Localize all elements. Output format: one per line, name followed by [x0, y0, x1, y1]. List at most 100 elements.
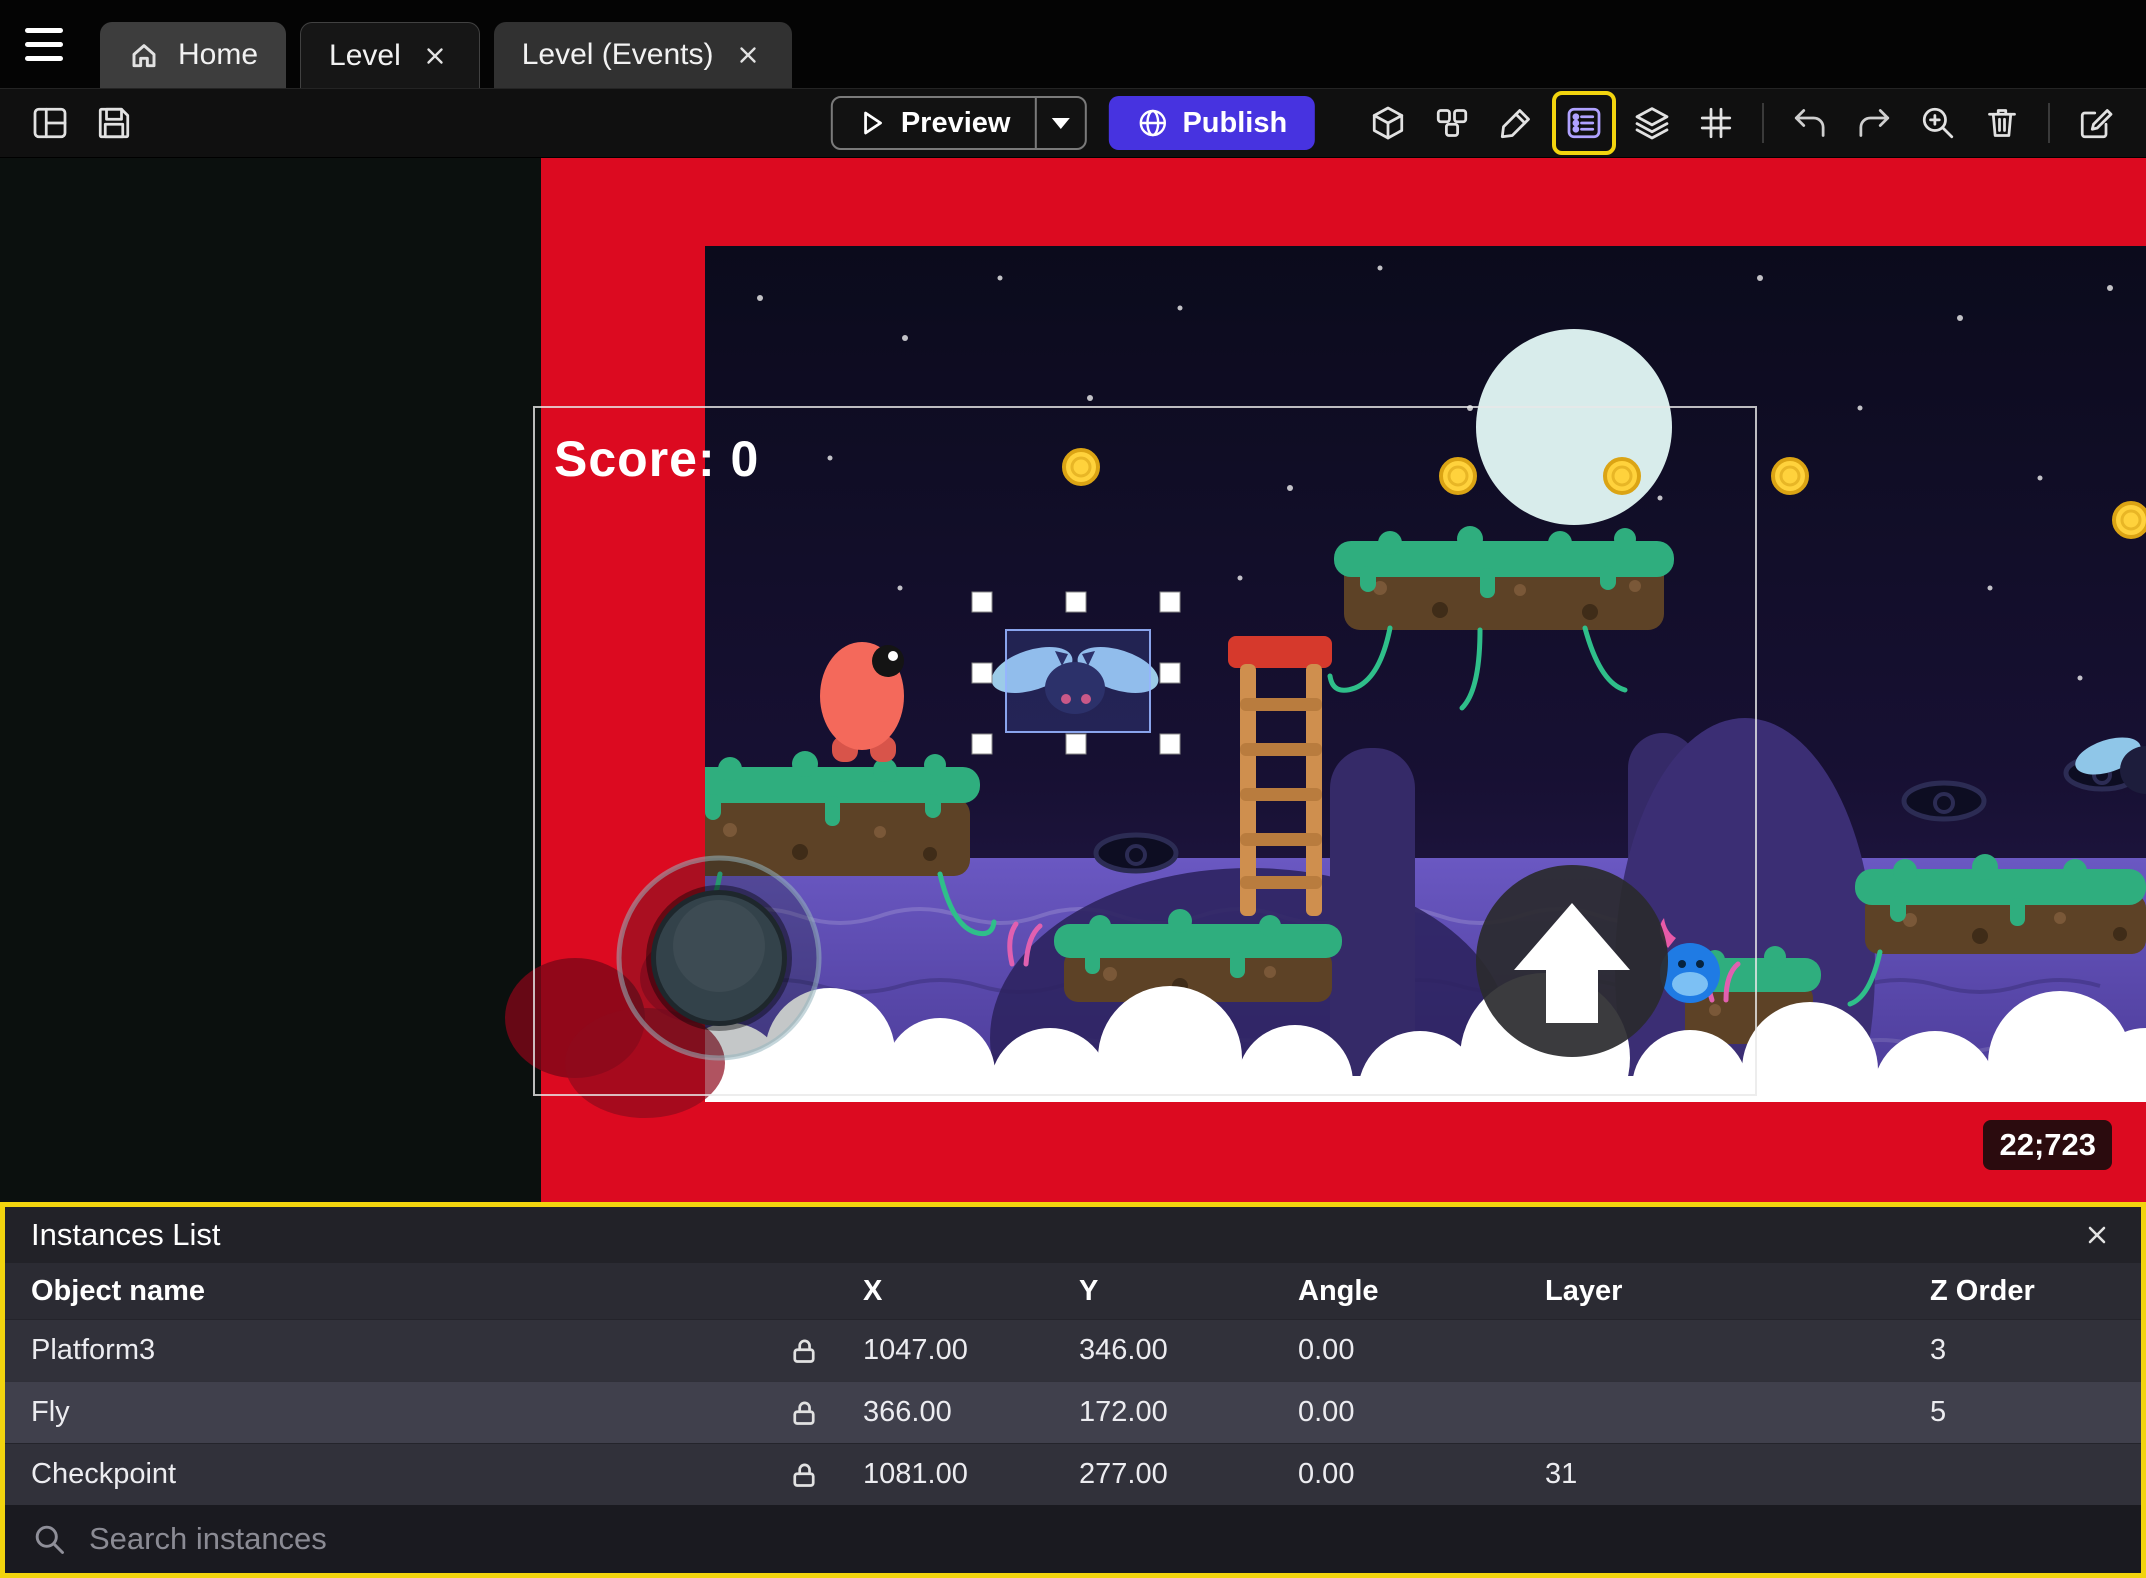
- selection-handle: [971, 591, 993, 613]
- jump-button[interactable]: [1476, 865, 1668, 1057]
- instance-z-order: 31: [1545, 1458, 1578, 1490]
- selection-handle: [971, 733, 993, 755]
- search-icon: [35, 1525, 64, 1554]
- grid-icon: [1700, 107, 1732, 139]
- selection-handle: [1159, 662, 1181, 684]
- tab-level[interactable]: Level: [300, 22, 480, 88]
- instance-x: 1047.00: [863, 1334, 968, 1366]
- rename-button[interactable]: [2068, 95, 2124, 151]
- redo-button[interactable]: [1846, 95, 1902, 151]
- lock-open-icon[interactable]: [745, 1335, 863, 1367]
- instances-list-button[interactable]: [1552, 91, 1616, 155]
- menu-icon[interactable]: [14, 14, 74, 74]
- instance-row[interactable]: Checkpoint 1081.00 277.00 0.00 31: [5, 1443, 2141, 1505]
- instance-row[interactable]: Platform3 1047.00 346.00 0.00 3: [5, 1319, 2141, 1381]
- moon[interactable]: [1476, 329, 1672, 525]
- zoom-button[interactable]: [1910, 95, 1966, 151]
- game-scene: Score: 0: [0, 158, 2146, 1218]
- column-angle: Angle: [1298, 1274, 1379, 1307]
- tab-home[interactable]: Home: [100, 22, 287, 88]
- edit-button[interactable]: [1488, 95, 1544, 151]
- tab-level-events[interactable]: Level (Events): [493, 22, 792, 88]
- undo-icon: [1794, 109, 1825, 137]
- preview-button[interactable]: Preview: [830, 96, 1087, 150]
- cube-icon: [1372, 106, 1404, 140]
- play-icon: [864, 111, 882, 135]
- instance-row[interactable]: Fly 366.00 172.00 0.00 5: [5, 1381, 2141, 1443]
- layers-icon: [1635, 107, 1669, 140]
- search-instances-input[interactable]: [89, 1521, 2115, 1557]
- panels-icon: [33, 107, 67, 139]
- column-object-name: Object name: [31, 1274, 206, 1307]
- globe-icon: [1139, 109, 1166, 137]
- cursor-coordinates-badge: 22;723: [1983, 1120, 2112, 1170]
- panel-header: Instances List: [5, 1207, 2141, 1263]
- instance-y: 346.00: [1079, 1334, 1168, 1366]
- delete-button[interactable]: [1974, 95, 2030, 151]
- preview-options-dropdown[interactable]: [1034, 98, 1084, 148]
- object-groups-icon: [1436, 109, 1468, 137]
- selection-handle: [1159, 733, 1181, 755]
- column-z-order: Z Order: [1930, 1274, 2035, 1307]
- selection-handle: [1065, 591, 1087, 613]
- tab-home-label: Home: [178, 38, 259, 71]
- preview-label: Preview: [900, 106, 1011, 139]
- lock-open-icon[interactable]: [745, 1459, 863, 1491]
- enemy-eye-instance[interactable]: [1901, 780, 1987, 822]
- instance-z-order: 3: [1930, 1334, 1947, 1366]
- platform-instance[interactable]: [1334, 526, 1674, 630]
- objects-button[interactable]: [1360, 95, 1416, 151]
- layers-button[interactable]: [1624, 95, 1680, 151]
- column-layer: Layer: [1545, 1274, 1623, 1307]
- close-panel-icon[interactable]: [2079, 1217, 2115, 1253]
- pencil-icon: [1500, 109, 1530, 139]
- selection-handle: [1159, 591, 1181, 613]
- coin: [2112, 501, 2146, 539]
- instance-y: 277.00: [1079, 1458, 1168, 1490]
- home-icon: [132, 44, 156, 68]
- dropdown-caret-icon: [1051, 117, 1070, 129]
- tab-bar: Home Level Level (Events): [0, 0, 2146, 88]
- tab-level-label: Level: [329, 38, 401, 72]
- tab-level-events-label: Level (Events): [521, 38, 714, 71]
- publish-button[interactable]: Publish: [1108, 96, 1316, 150]
- toolbar: Preview Publish: [0, 88, 2146, 158]
- instance-z-order: 5: [1930, 1396, 1947, 1428]
- save-icon: [98, 107, 130, 139]
- virtual-joystick[interactable]: [616, 855, 822, 1061]
- panel-title: Instances List: [31, 1217, 221, 1252]
- instance-y: 172.00: [1079, 1396, 1168, 1428]
- instances-table-header: Object name X Y Angle Layer Z Order: [5, 1263, 2141, 1319]
- instance-x: 1081.00: [863, 1458, 968, 1490]
- close-icon[interactable]: [419, 40, 451, 72]
- undo-button[interactable]: [1782, 95, 1838, 151]
- instance-angle: 0.00: [1298, 1458, 1355, 1490]
- project-manager-button[interactable]: [22, 95, 78, 151]
- score-label: Score: 0: [554, 431, 759, 487]
- close-icon[interactable]: [732, 39, 764, 71]
- player-instance[interactable]: [820, 642, 904, 762]
- search-bar[interactable]: [5, 1505, 2141, 1573]
- instances-list-icon: [1567, 107, 1601, 139]
- rename-icon: [2080, 109, 2113, 139]
- enemy-eye-instance[interactable]: [1093, 832, 1179, 874]
- scene-editor-canvas[interactable]: Score: 0 22;723: [0, 158, 2146, 1218]
- game-editor-window: Home Level Level (Events) Preview Publis…: [0, 0, 2146, 1578]
- lock-open-icon[interactable]: [745, 1397, 863, 1429]
- instance-angle: 0.00: [1298, 1396, 1355, 1428]
- save-button[interactable]: [86, 95, 142, 151]
- grid-button[interactable]: [1688, 95, 1744, 151]
- platform-instance[interactable]: [1855, 854, 2146, 954]
- zoom-in-icon: [1922, 107, 1954, 139]
- publish-label: Publish: [1182, 106, 1288, 139]
- object-groups-button[interactable]: [1424, 95, 1480, 151]
- toolbar-separator: [1762, 103, 1764, 143]
- instance-x: 366.00: [863, 1396, 952, 1428]
- column-x: X: [863, 1274, 883, 1307]
- toolbar-separator: [2048, 103, 2050, 143]
- instances-list-panel: Instances List Object name X Y Angle Lay…: [0, 1202, 2146, 1578]
- instance-name: Platform3: [31, 1334, 156, 1366]
- column-y: Y: [1079, 1274, 1099, 1307]
- trash-icon: [1988, 109, 2016, 137]
- coin: [1771, 457, 1809, 495]
